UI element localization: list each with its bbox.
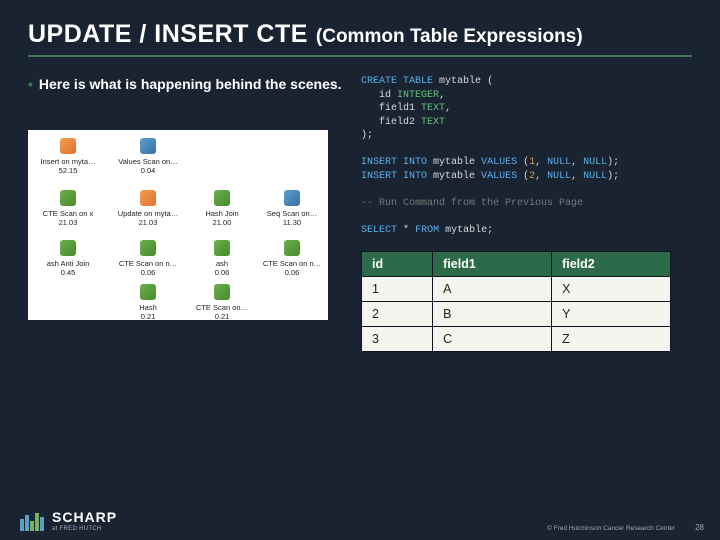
- plan-node-label: Values Scan on…: [114, 158, 182, 166]
- copyright-text: © Fred Hutchinson Cancer Research Center: [547, 525, 675, 532]
- page-number: 28: [695, 523, 704, 532]
- plan-node-label: ash Anti Join: [34, 260, 102, 268]
- plan-node-cost: 0.06: [215, 268, 230, 277]
- plan-node-label: CTE Scan on n…: [258, 260, 326, 268]
- plan-node-cost: 0.45: [61, 268, 76, 277]
- bullet-dot: •: [28, 75, 33, 94]
- plan-node-icon: [282, 188, 302, 208]
- bullet-line: • Here is what is happening behind the s…: [28, 75, 343, 94]
- plan-node-cost: 0.21: [141, 312, 156, 321]
- table-row: 1 A X: [362, 277, 671, 302]
- footer-logo: SCHARP at FRED HUTCH: [20, 510, 117, 532]
- result-table: id field1 field2 1 A X 2 B Y: [361, 251, 671, 352]
- plan-node-label: ash: [188, 260, 256, 268]
- plan-node-icon: [58, 188, 78, 208]
- plan-node-icon: [138, 188, 158, 208]
- plan-node-label: Update on myta…: [114, 210, 182, 218]
- plan-node-cost: 21.00: [213, 218, 232, 227]
- plan-node-cost: 0.21: [215, 312, 230, 321]
- plan-node-label: Hash Join: [188, 210, 256, 218]
- plan-node-cost: 21.03: [59, 218, 78, 227]
- query-plan-diagram: Insert on myta… 52.15 Values Scan on… 0.…: [28, 130, 328, 320]
- slide-title: UPDATE / INSERT CTE (Common Table Expres…: [28, 20, 692, 49]
- table-header: field1: [433, 252, 552, 277]
- plan-node-icon: [212, 188, 232, 208]
- logo-tagline: at FRED HUTCH: [52, 526, 117, 532]
- plan-node-icon: [138, 238, 158, 258]
- table-header: field2: [552, 252, 671, 277]
- plan-node-icon: [58, 136, 78, 156]
- title-sub: (Common Table Expressions): [316, 26, 583, 48]
- plan-node-icon: [138, 136, 158, 156]
- plan-node-label: CTE Scan on…: [188, 304, 256, 312]
- plan-node-label: Hash: [114, 304, 182, 312]
- code-block: CREATE TABLE mytable ( id INTEGER, field…: [361, 75, 692, 237]
- plan-node-icon: [212, 282, 232, 302]
- logo-icon: [20, 511, 46, 531]
- plan-node-icon: [138, 282, 158, 302]
- plan-node-cost: 52.15: [59, 166, 78, 175]
- title-rule: [28, 55, 692, 57]
- plan-node-label: Insert on myta…: [34, 158, 102, 166]
- plan-node-label: Seq Scan on…: [258, 210, 326, 218]
- plan-node-cost: 0.06: [285, 268, 300, 277]
- plan-node-cost: 0.06: [141, 268, 156, 277]
- plan-node-cost: 0.04: [141, 166, 156, 175]
- plan-node-label: CTE Scan on n…: [114, 260, 182, 268]
- table-row: 3 C Z: [362, 327, 671, 352]
- plan-node-icon: [282, 238, 302, 258]
- table-row: 2 B Y: [362, 302, 671, 327]
- plan-node-cost: 21.03: [139, 218, 158, 227]
- logo-name: SCHARP: [52, 510, 117, 524]
- plan-node-label: CTE Scan on x: [34, 210, 102, 218]
- table-header: id: [362, 252, 433, 277]
- bullet-text: Here is what is happening behind the sce…: [39, 75, 342, 94]
- plan-node-cost: 11.30: [283, 218, 301, 227]
- plan-node-icon: [58, 238, 78, 258]
- title-main: UPDATE / INSERT CTE: [28, 20, 308, 49]
- plan-node-icon: [212, 238, 232, 258]
